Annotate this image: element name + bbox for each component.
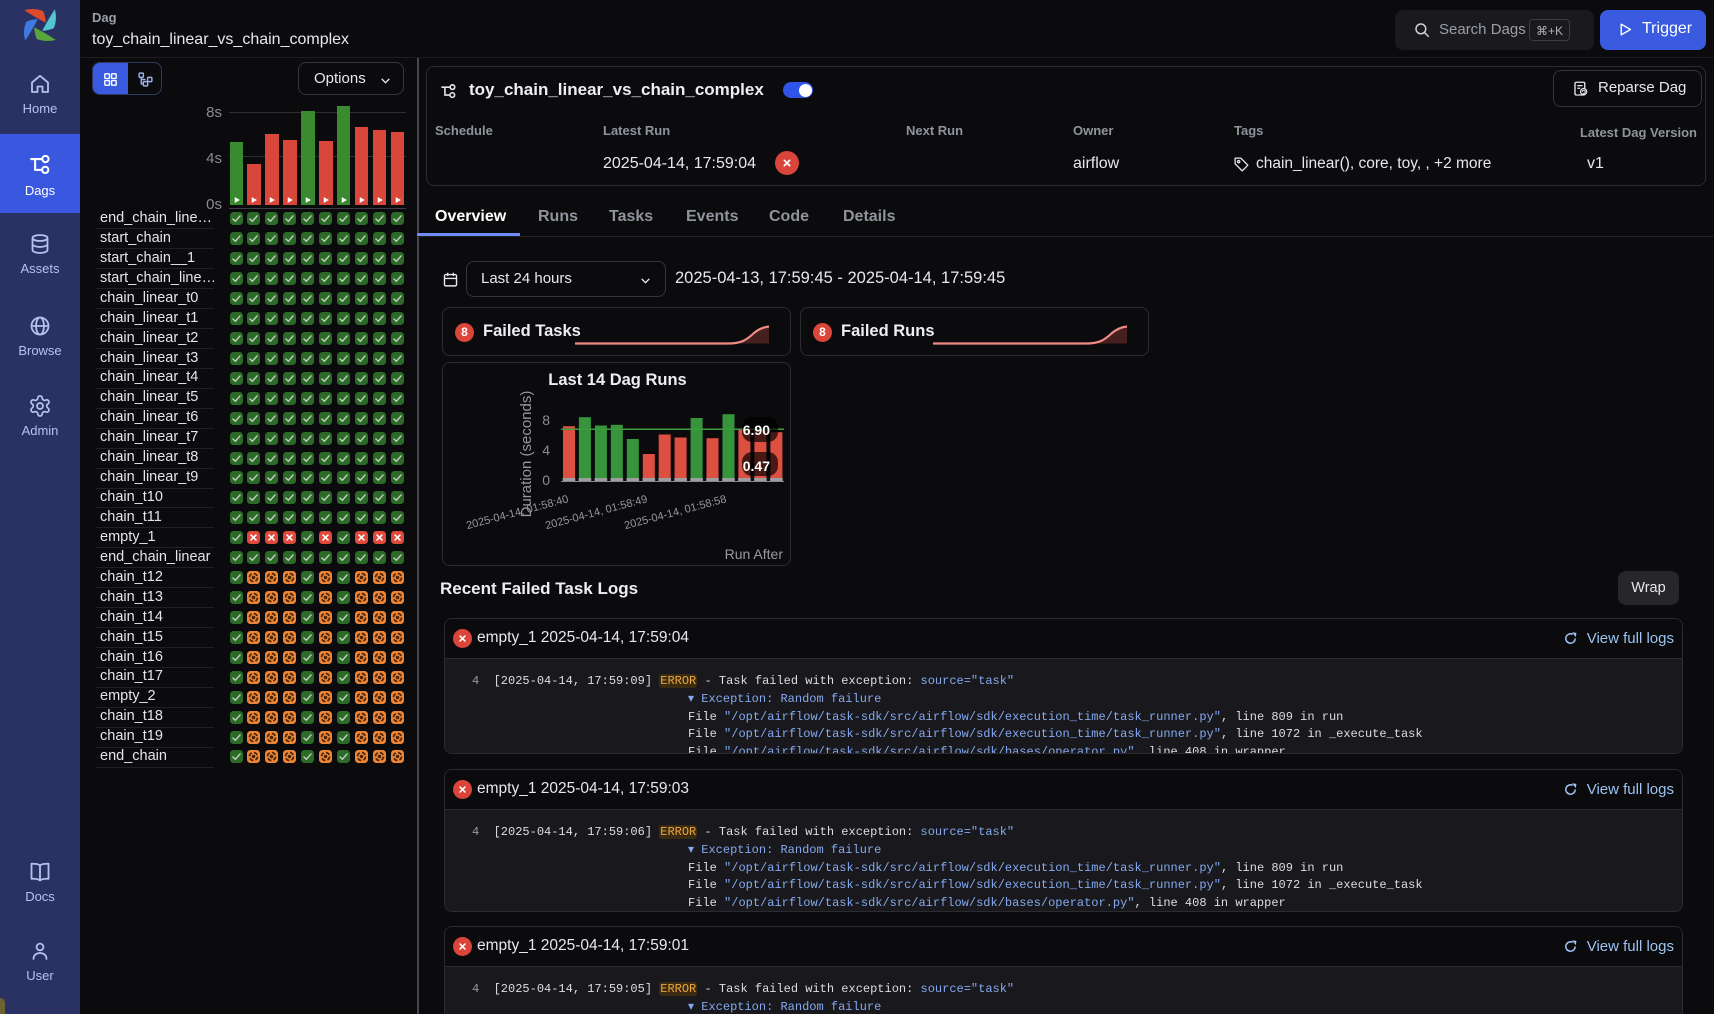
svg-text:6.90: 6.90 (743, 422, 770, 438)
svg-text:4: 4 (542, 442, 550, 458)
svg-text:8: 8 (542, 412, 550, 428)
svg-text:Run After: Run After (725, 546, 784, 562)
svg-text:0.47: 0.47 (743, 458, 770, 474)
svg-text:Duration (seconds): Duration (seconds) (518, 391, 535, 518)
svg-text:0: 0 (542, 472, 550, 488)
